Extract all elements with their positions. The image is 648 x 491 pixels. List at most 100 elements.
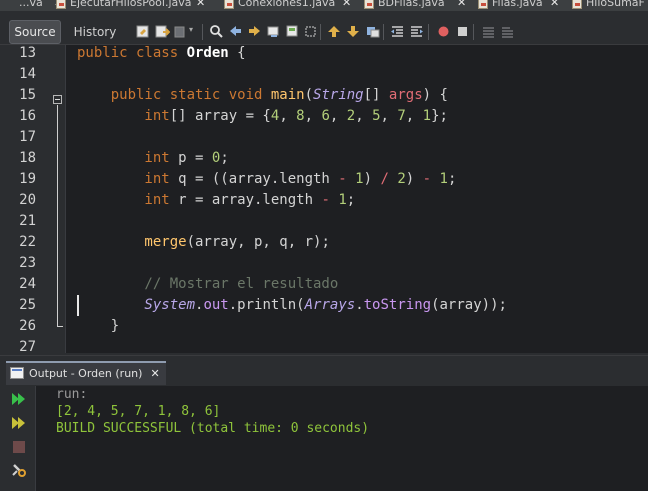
- code-token: public static void: [77, 87, 271, 103]
- code-token: q = ((array.length: [169, 171, 339, 187]
- code-token: ,: [405, 108, 423, 124]
- editor-toolbar: Source History ▾: [0, 11, 648, 45]
- fold-guide-end: [57, 326, 63, 327]
- code-token: int: [77, 171, 170, 187]
- code-token: (array));: [431, 297, 507, 313]
- find-next-icon[interactable]: [247, 24, 262, 39]
- stop-macro-icon[interactable]: [455, 24, 470, 39]
- code-token: args: [388, 87, 423, 103]
- line-number: 17: [19, 129, 36, 145]
- toggle-rectangular-selection-icon[interactable]: [303, 24, 318, 39]
- code-token: []: [363, 87, 389, 103]
- code-token: 2: [397, 171, 406, 187]
- code-token: };: [431, 108, 448, 124]
- code-token: Orden: [186, 45, 229, 61]
- code-editor[interactable]: 13 14 15 16 17 18 19 20 21 22 23 24 25 26 27 public cl…: [0, 45, 648, 355]
- uncomment-icon[interactable]: [500, 24, 515, 39]
- line-number: 14: [19, 66, 36, 82]
- code-line: int r = array.length - 1;: [77, 190, 355, 211]
- back-icon[interactable]: [155, 24, 170, 39]
- java-file-icon: [364, 0, 374, 9]
- line-number: 19: [19, 171, 36, 187]
- code-line: public static void main(String[] args) {: [77, 85, 448, 106]
- toolbar-separator: [202, 24, 203, 40]
- code-token: {: [228, 45, 246, 61]
- console-line: [2, 4, 5, 7, 1, 8, 6]: [56, 404, 221, 419]
- last-edit-icon[interactable]: [136, 24, 151, 39]
- code-token: int: [77, 108, 170, 124]
- java-file-icon: [56, 0, 66, 9]
- toggle-highlight-icon[interactable]: [285, 24, 300, 39]
- code-token: ;: [447, 171, 457, 187]
- java-file-icon: [572, 0, 582, 9]
- close-icon[interactable]: ✕: [342, 0, 351, 11]
- code-token: ,: [380, 108, 398, 124]
- code-token: 7: [397, 108, 406, 124]
- code-token: public class: [77, 45, 187, 61]
- code-line: // Mostrar el resultado: [77, 274, 338, 295]
- shift-right-icon[interactable]: [409, 24, 424, 39]
- history-button[interactable]: History: [69, 20, 121, 44]
- code-token: out: [203, 297, 229, 313]
- output-console[interactable]: run: [2, 4, 5, 7, 1, 8, 6] BUILD SUCCESS…: [37, 386, 648, 491]
- file-tab-label: ...va: [19, 0, 43, 9]
- toggle-bookmark-icon[interactable]: [365, 24, 380, 39]
- code-token: .println(: [228, 297, 305, 313]
- next-bookmark-icon[interactable]: [346, 24, 361, 39]
- code-token: 1: [422, 108, 432, 124]
- find-selection-icon[interactable]: [266, 24, 281, 39]
- rerun-with-options-icon[interactable]: [11, 415, 27, 431]
- previous-bookmark-icon[interactable]: [327, 24, 342, 39]
- code-token: ): [405, 171, 423, 187]
- code-token: [] array = {: [169, 108, 271, 124]
- fold-toggle-icon[interactable]: [53, 95, 62, 104]
- file-tab-label: BDFilas.java: [378, 0, 445, 9]
- output-tab[interactable]: Output - Orden (run) ✕: [6, 361, 166, 385]
- file-tab-label: EjecutarHilosPool.java: [70, 0, 192, 9]
- start-macro-icon[interactable]: [436, 24, 451, 39]
- file-tab-label: HiloSumaF: [586, 0, 645, 9]
- code-token: /: [380, 171, 389, 187]
- toolbar-separator: [383, 24, 384, 40]
- console-line: BUILD SUCCESSFUL (total time: 0 seconds): [56, 421, 370, 436]
- stop-icon[interactable]: [11, 439, 27, 455]
- find-icon[interactable]: [209, 24, 224, 39]
- line-number: 13: [19, 45, 36, 61]
- java-file-icon: [224, 0, 234, 9]
- code-token: 2: [346, 108, 356, 124]
- file-tab-label: Conexiones1.java: [238, 0, 336, 9]
- settings-icon[interactable]: [11, 462, 27, 478]
- code-token: (array, p, q, r);: [186, 234, 330, 250]
- comment-icon[interactable]: [481, 24, 496, 39]
- code-token: System: [77, 297, 196, 313]
- find-previous-icon[interactable]: [228, 24, 243, 39]
- toolbar-separator: [428, 24, 429, 40]
- line-number: 25: [19, 297, 36, 313]
- code-token: r = array.length: [169, 192, 322, 208]
- shift-left-icon[interactable]: [390, 24, 405, 39]
- toolbar-separator: [320, 24, 321, 40]
- source-button[interactable]: Source: [9, 20, 61, 44]
- close-icon[interactable]: ✕: [550, 0, 559, 11]
- close-icon[interactable]: ✕: [150, 367, 159, 380]
- code-token: String: [313, 87, 364, 103]
- code-token: ,: [355, 108, 373, 124]
- chevron-down-icon[interactable]: ▾: [189, 25, 193, 34]
- code-token: main: [270, 87, 305, 103]
- output-window-icon: [10, 367, 24, 379]
- code-line: int[] array = {4, 8, 6, 2, 5, 7, 1};: [77, 106, 448, 127]
- rerun-icon[interactable]: [11, 391, 27, 407]
- code-token: int: [77, 150, 170, 166]
- code-token: 1: [355, 171, 364, 187]
- code-token: 8: [296, 108, 305, 124]
- close-icon[interactable]: ✕: [457, 0, 466, 11]
- code-token: 5: [372, 108, 381, 124]
- code-token: // Mostrar el resultado: [77, 276, 339, 292]
- file-tab-label: Filas.java: [492, 0, 543, 9]
- forward-icon[interactable]: [172, 24, 187, 39]
- output-tab-label: Output - Orden (run): [29, 367, 143, 380]
- line-number: 20: [19, 192, 36, 208]
- close-icon[interactable]: ✕: [196, 0, 205, 11]
- java-file-icon: [478, 0, 488, 9]
